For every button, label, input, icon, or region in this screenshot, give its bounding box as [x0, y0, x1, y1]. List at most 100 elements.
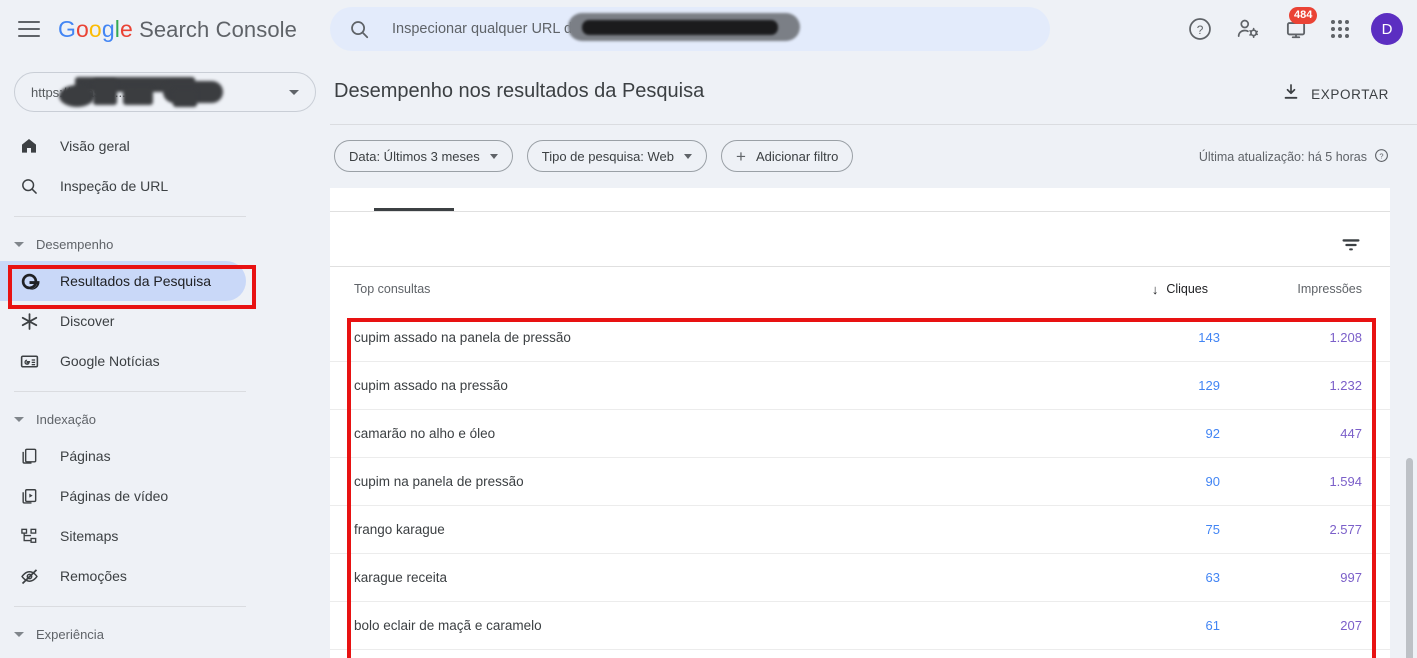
sidebar-item-label: Inspeção de URL: [60, 178, 169, 194]
export-label: EXPORTAR: [1311, 87, 1389, 102]
card-divider-top: [330, 211, 1390, 212]
account-settings-icon[interactable]: [1235, 16, 1261, 42]
chevron-down-icon: [684, 153, 693, 159]
column-header-clicks-label: Cliques: [1166, 282, 1208, 296]
sidebar-section-indexacao[interactable]: Indexação: [0, 402, 330, 436]
filter-chip-label: Data: Últimos 3 meses: [349, 148, 480, 164]
column-header-query[interactable]: Top consultas: [354, 282, 430, 296]
sidebar-item-label: Páginas de vídeo: [60, 488, 169, 504]
sidebar-item-google-noticias[interactable]: Google Notícias: [0, 341, 246, 381]
sidebar-item-paginas-de-video[interactable]: Páginas de vídeo: [0, 476, 246, 516]
table-cell-clicks: 129: [1198, 378, 1220, 393]
sidebar-item-label: Sitemaps: [60, 528, 119, 544]
table-cell-impressions: 1.208: [1329, 330, 1362, 345]
table-cell-impressions: 447: [1340, 426, 1362, 441]
filter-list-icon[interactable]: [1340, 234, 1362, 261]
table-cell-query: cupim na panela de pressão: [354, 474, 524, 489]
hamburger-icon[interactable]: [18, 17, 42, 41]
table-row[interactable]: karague receita 63 997: [330, 554, 1390, 602]
export-button[interactable]: EXPORTAR: [1281, 82, 1389, 107]
filter-chip-label: Tipo de pesquisa: Web: [541, 148, 675, 164]
search-console-app: Google Search Console Inspecionar qualqu…: [0, 0, 1417, 658]
table-cell-impressions: 1.232: [1329, 378, 1362, 393]
table-row[interactable]: frango karague 75 2.577: [330, 506, 1390, 554]
column-header-impressions[interactable]: Impressões: [1297, 282, 1362, 296]
sidebar-item-label: Páginas: [60, 448, 111, 464]
video-pages-icon: [18, 486, 40, 506]
sidebar-nav: Visão geral Inspeção de URL Desempenho R…: [0, 126, 330, 651]
sidebar-section-label: Indexação: [36, 411, 96, 427]
sitemaps-icon: [18, 526, 40, 546]
property-selector[interactable]: https://dicasdo...ef...: [14, 72, 316, 112]
discover-asterisk-icon: [18, 311, 40, 332]
chevron-down-icon: [14, 241, 24, 247]
filter-bar: Data: Últimos 3 meses Tipo de pesquisa: …: [334, 140, 854, 172]
url-inspection-search-input[interactable]: Inspecionar qualquer URL de: [330, 7, 1050, 51]
product-name: Search Console: [139, 16, 297, 42]
sidebar-section-experiencia[interactable]: Experiência: [0, 617, 330, 651]
sidebar: https://dicasdo...ef... Visão geral: [0, 58, 330, 658]
table-cell-impressions: 207: [1340, 618, 1362, 633]
table-row[interactable]: cupim na panela de pressão 90 1.594: [330, 458, 1390, 506]
filter-chip-label: Adicionar filtro: [755, 148, 839, 164]
top-bar-icons: ? 484 D: [1187, 0, 1403, 58]
sidebar-item-label: Resultados da Pesquisa: [60, 273, 211, 289]
google-logo: Google: [58, 15, 133, 42]
search-placeholder-text: Inspecionar qualquer URL de: [392, 21, 581, 37]
vertical-scrollbar[interactable]: [1406, 458, 1413, 658]
table-body: cupim assado na panela de pressão 143 1.20…: [330, 314, 1390, 650]
header-divider: [330, 124, 1417, 125]
sidebar-section-label: Experiência: [36, 626, 104, 642]
chevron-down-icon: [489, 153, 498, 159]
table-cell-impressions: 2.577: [1329, 522, 1362, 537]
filter-chip-date[interactable]: Data: Últimos 3 meses: [334, 140, 513, 172]
table-cell-query: camarão no alho e óleo: [354, 426, 496, 441]
column-header-clicks[interactable]: ↓ Cliques: [1152, 282, 1208, 296]
table-cell-impressions: 997: [1340, 570, 1362, 585]
table-row[interactable]: cupim assado na pressão 129 1.232: [330, 362, 1390, 410]
sidebar-item-visao-geral[interactable]: Visão geral: [0, 126, 246, 166]
sidebar-item-inspecao-url[interactable]: Inspeção de URL: [0, 166, 246, 206]
sidebar-item-paginas[interactable]: Páginas: [0, 436, 246, 476]
chevron-down-icon: [14, 631, 24, 637]
table-row[interactable]: cupim assado na panela de pressão 143 1.20…: [330, 314, 1390, 362]
download-icon: [1281, 82, 1301, 107]
redacted-domain: [568, 13, 800, 41]
notifications-icon[interactable]: 484: [1283, 7, 1318, 42]
last-update-note: Última atualização: há 5 horas ?: [1199, 148, 1389, 166]
add-filter-button[interactable]: + Adicionar filtro: [721, 140, 854, 172]
sidebar-section-desempenho[interactable]: Desempenho: [0, 227, 330, 261]
redacted-property-name: [23, 75, 223, 111]
table-cell-query: karague receita: [354, 570, 448, 585]
sidebar-item-label: Discover: [60, 313, 115, 329]
apps-grid-icon[interactable]: [1331, 20, 1349, 38]
search-icon: [18, 176, 40, 196]
table-cell-clicks: 63: [1205, 570, 1220, 585]
top-bar: Google Search Console Inspecionar qualqu…: [0, 0, 1417, 58]
table-row[interactable]: bolo eclair de maçã e caramelo 61 207: [330, 602, 1390, 650]
sidebar-item-label: Visão geral: [60, 138, 130, 154]
table-cell-clicks: 143: [1198, 330, 1220, 345]
notification-badge: 484: [1289, 7, 1318, 24]
sidebar-item-discover[interactable]: Discover: [0, 301, 246, 341]
brand-title: Google Search Console: [58, 16, 297, 43]
sidebar-section-label: Desempenho: [36, 236, 114, 252]
sidebar-item-remocoes[interactable]: Remoções: [0, 556, 246, 596]
svg-text:?: ?: [1197, 23, 1204, 37]
table-cell-query: bolo eclair de maçã e caramelo: [354, 618, 542, 633]
sidebar-divider: [14, 606, 246, 607]
chevron-down-icon: [289, 90, 299, 95]
sidebar-item-sitemaps[interactable]: Sitemaps: [0, 516, 246, 556]
table-row[interactable]: camarão no alho e óleo 92 447: [330, 410, 1390, 458]
pages-icon: [18, 446, 40, 466]
avatar[interactable]: D: [1371, 13, 1403, 45]
filter-chip-search-type[interactable]: Tipo de pesquisa: Web: [526, 140, 708, 172]
sidebar-item-label: Remoções: [60, 568, 127, 584]
main-content: Desempenho nos resultados da Pesquisa EX…: [330, 58, 1417, 658]
svg-text:?: ?: [1379, 151, 1383, 160]
removals-eye-off-icon: [18, 566, 40, 587]
help-circle-icon[interactable]: ?: [1374, 148, 1389, 166]
help-icon[interactable]: ?: [1187, 16, 1213, 42]
plus-icon: +: [736, 146, 746, 166]
sidebar-item-resultados-da-pesquisa[interactable]: Resultados da Pesquisa: [0, 261, 246, 301]
